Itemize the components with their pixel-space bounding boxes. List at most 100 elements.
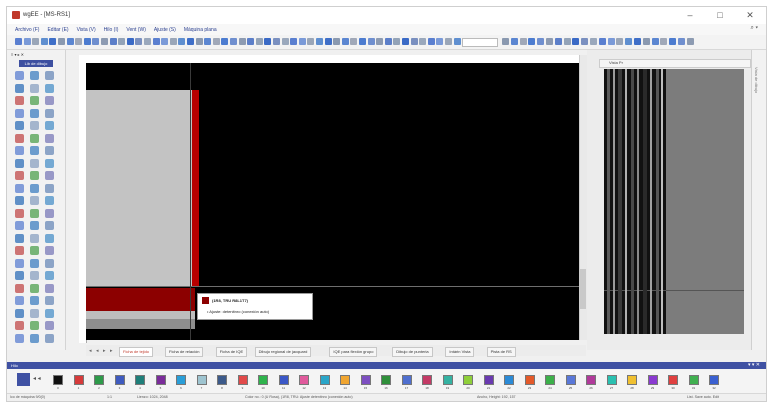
- toolbar-tool-icon[interactable]: [642, 38, 650, 45]
- palette-tool-icon[interactable]: [15, 258, 24, 268]
- palette-tool-icon[interactable]: [30, 233, 39, 243]
- palette-tool-icon[interactable]: [15, 296, 24, 305]
- color-swatch[interactable]: [176, 375, 186, 385]
- color-swatch[interactable]: [422, 375, 432, 385]
- toolbar-tool-icon[interactable]: [247, 38, 255, 45]
- palette-tool-icon[interactable]: [30, 171, 39, 180]
- color-swatch[interactable]: [565, 375, 576, 385]
- toolbar-tool-icon[interactable]: [212, 38, 220, 45]
- toolbar-tool-icon[interactable]: [341, 38, 349, 45]
- toolbar-tool-icon[interactable]: [92, 38, 100, 45]
- toolbar-tool-icon[interactable]: [178, 38, 186, 45]
- toolbar-tool-icon[interactable]: [290, 38, 298, 45]
- menu-item[interactable]: Vent (W): [126, 27, 145, 33]
- toolbar-tool-icon[interactable]: [264, 38, 272, 45]
- sheet-tab[interactable]: Ficha de IQE: [215, 347, 248, 357]
- toolbar-tool-icon[interactable]: [634, 38, 641, 45]
- sheet-tab[interactable]: Dibujo de punteria: [392, 347, 433, 357]
- toolbar-tool-icon[interactable]: [126, 38, 134, 45]
- palette-tool-icon[interactable]: [45, 96, 54, 105]
- palette-tool-icon[interactable]: [45, 71, 54, 80]
- palette-tool-icon[interactable]: [30, 183, 39, 193]
- color-swatch[interactable]: [606, 375, 617, 385]
- palette-tool-icon[interactable]: [30, 108, 39, 118]
- toolbar-tool-icon[interactable]: [554, 38, 562, 45]
- toolbar-tool-icon[interactable]: [118, 38, 126, 45]
- toolbar-tool-icon[interactable]: [83, 38, 91, 45]
- palette-tool-icon[interactable]: [30, 208, 39, 218]
- palette-tool-icon[interactable]: [45, 283, 54, 293]
- menu-item[interactable]: Editar (E): [47, 27, 68, 33]
- toolbar-tool-icon[interactable]: [519, 38, 527, 45]
- toolbar-tool-icon[interactable]: [40, 38, 48, 45]
- color-swatch[interactable]: [524, 375, 535, 385]
- color-swatch[interactable]: [709, 375, 719, 385]
- toolbar-tool-icon[interactable]: [590, 38, 597, 45]
- palette-tool-icon[interactable]: [45, 308, 54, 318]
- sheet-tab[interactable]: Pista de RS: [486, 347, 516, 357]
- sheet-tab[interactable]: Ficha de relación: [165, 347, 204, 357]
- toolbar-tool-icon[interactable]: [651, 38, 659, 45]
- menu-item[interactable]: Hilo (I): [104, 27, 119, 33]
- toolbar-tool-icon[interactable]: [419, 38, 427, 45]
- toolbar-tool-icon[interactable]: [230, 38, 237, 45]
- palette-tool-icon[interactable]: [15, 71, 24, 80]
- palette-tool-icon[interactable]: [45, 183, 54, 193]
- palette-tool-icon[interactable]: [30, 71, 39, 80]
- color-bar-controls[interactable]: ▾ ▾ ✕: [748, 362, 760, 368]
- palette-tab[interactable]: Lib de dibujo: [19, 60, 53, 67]
- sheet-tab[interactable]: Dibujo regional de jacquard: [254, 347, 312, 357]
- toolbar-tool-icon[interactable]: [255, 38, 263, 45]
- toolbar-tool-icon[interactable]: [686, 38, 694, 45]
- menu-item[interactable]: Vista (V): [77, 27, 96, 33]
- toolbar-tool-icon[interactable]: [307, 38, 315, 45]
- palette-tool-icon[interactable]: [45, 258, 54, 268]
- close-button[interactable]: ✕: [735, 7, 765, 24]
- toolbar-tool-icon[interactable]: [58, 38, 65, 45]
- palette-tool-icon[interactable]: [30, 83, 39, 93]
- palette-tool-icon[interactable]: [45, 121, 54, 130]
- toolbar-tool-icon[interactable]: [598, 38, 606, 45]
- toolbar-tool-icon[interactable]: [135, 38, 143, 45]
- toolbar-tool-icon[interactable]: [537, 38, 545, 45]
- swatch-scroll-left-icon[interactable]: ◂ ◂: [33, 375, 41, 382]
- menu-item[interactable]: Archivo (F): [15, 27, 39, 33]
- palette-tool-icon[interactable]: [30, 258, 39, 268]
- color-swatch[interactable]: [217, 375, 227, 385]
- toolbar-tool-icon[interactable]: [32, 38, 40, 45]
- color-swatch[interactable]: [647, 375, 658, 385]
- color-swatch[interactable]: [401, 375, 412, 385]
- toolbar-tool-icon[interactable]: [563, 38, 571, 45]
- palette-tool-icon[interactable]: [45, 171, 54, 180]
- palette-tool-icon[interactable]: [30, 158, 39, 168]
- menu-item[interactable]: Ajuste (S): [154, 27, 176, 33]
- palette-tool-icon[interactable]: [30, 271, 39, 280]
- palette-tool-icon[interactable]: [30, 246, 39, 255]
- palette-tool-icon[interactable]: [45, 108, 54, 118]
- palette-header[interactable]: ≡ ▾ ▸ ✕: [11, 52, 61, 58]
- toolbar-tool-icon[interactable]: [49, 38, 57, 45]
- color-swatch[interactable]: [545, 375, 555, 385]
- palette-tool-icon[interactable]: [30, 221, 39, 230]
- palette-tool-icon[interactable]: [45, 83, 54, 93]
- color-swatch[interactable]: [360, 375, 371, 385]
- sheet-tab[interactable]: Ficha de tejido: [119, 347, 154, 357]
- palette-tool-icon[interactable]: [45, 271, 54, 280]
- toolbar-tool-icon[interactable]: [660, 38, 668, 45]
- toolbar-tool-icon[interactable]: [678, 38, 685, 45]
- toolbar-tool-icon[interactable]: [169, 38, 177, 45]
- color-swatch[interactable]: [483, 375, 494, 385]
- tab-nav-arrow-icon[interactable]: ◂: [96, 348, 99, 354]
- palette-tool-icon[interactable]: [15, 171, 24, 180]
- toolbar-tool-icon[interactable]: [359, 38, 366, 45]
- palette-tool-icon[interactable]: [15, 146, 24, 155]
- color-swatch[interactable]: [53, 375, 63, 385]
- palette-tool-icon[interactable]: [15, 108, 24, 118]
- toolbar-tool-icon[interactable]: [607, 38, 615, 45]
- toolbar-tool-icon[interactable]: [187, 38, 194, 45]
- toolbar-tool-icon[interactable]: [238, 38, 246, 45]
- color-swatch[interactable]: [319, 375, 330, 385]
- toolbar-tool-icon[interactable]: [204, 38, 212, 45]
- toolbar-tool-icon[interactable]: [436, 38, 444, 45]
- tab-nav-arrow-icon[interactable]: ◂: [89, 348, 92, 354]
